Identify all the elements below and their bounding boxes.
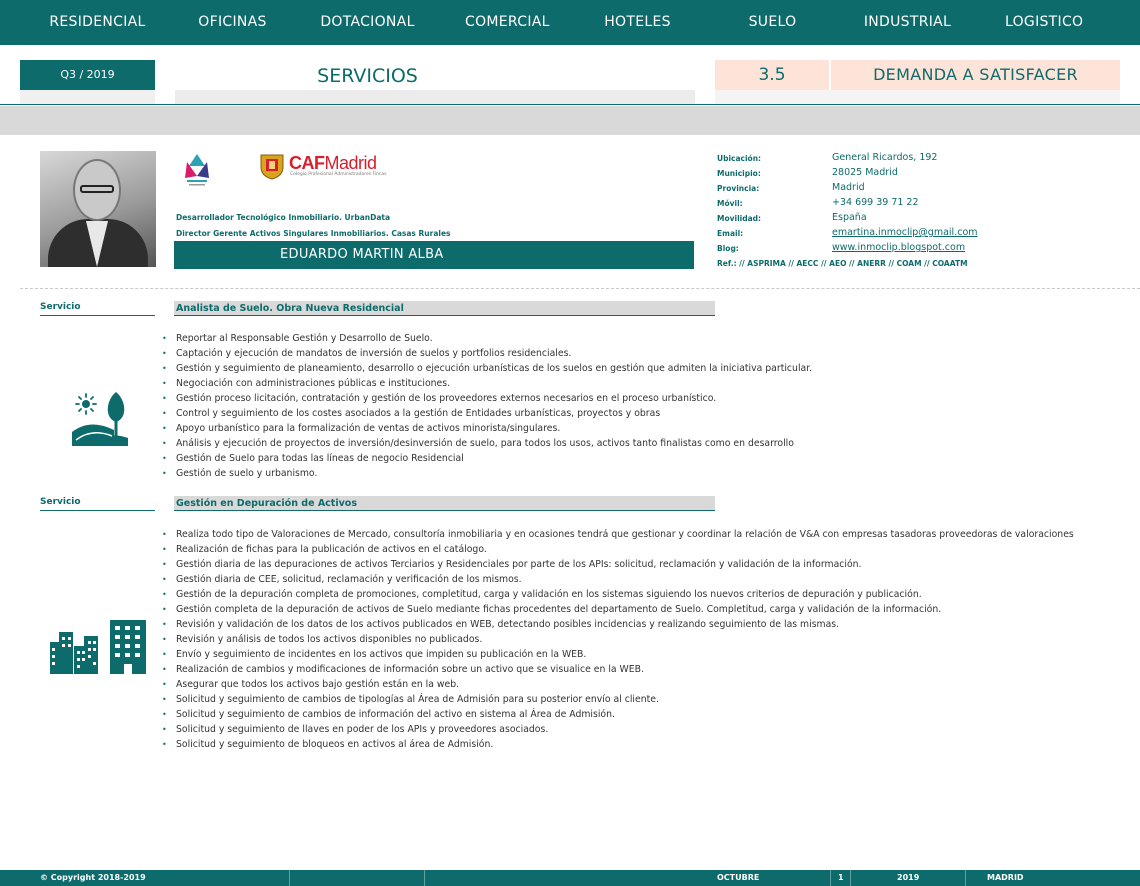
list-item: • Apoyo urbanístico para la formalización… bbox=[162, 423, 561, 434]
nav-logistico[interactable]: LOGISTICO bbox=[1005, 0, 1083, 45]
nav-residencial[interactable]: RESIDENCIAL bbox=[0, 0, 195, 45]
nav-oficinas[interactable]: OFICINAS bbox=[195, 0, 270, 45]
role-line-1: Desarrollador Tecnológico Inmobiliario. … bbox=[176, 213, 391, 222]
list-item: • Gestión diaria de CEE, solicitud, recla… bbox=[162, 574, 522, 585]
list-item: • Envío y seguimiento de incidentes en lo… bbox=[162, 649, 587, 660]
demand-title: DEMANDA A SATISFACER bbox=[831, 60, 1120, 90]
nav-industrial[interactable]: INDUSTRIAL bbox=[810, 0, 1005, 45]
nav-comercial[interactable]: COMERCIAL bbox=[465, 0, 549, 45]
list-item: • Gestión de suelo y urbanismo. bbox=[162, 468, 318, 479]
footer-city: MADRID bbox=[987, 873, 1024, 882]
list-item: • Reportar al Responsable Gestión y Desar… bbox=[162, 333, 433, 344]
footer-page: 1 bbox=[838, 873, 844, 882]
contact-row-movil: Móvil: +34 699 39 71 22 bbox=[717, 197, 919, 208]
contact-block: Ubicación: General Ricardos, 192 Municipi… bbox=[717, 152, 1117, 272]
list-item: • Control y seguimiento de los costes aso… bbox=[162, 408, 661, 419]
footer-copyright: © Copyright 2018-2019 bbox=[40, 873, 146, 882]
caf-city: Madrid bbox=[324, 153, 378, 173]
list-item: • Gestión de Suelo para todas las líneas … bbox=[162, 453, 464, 464]
list-item: • Gestión proceso licitación, contratació… bbox=[162, 393, 717, 404]
list-item: • Gestión completa de la depuración de ac… bbox=[162, 604, 942, 615]
contact-row-movilidad: Movilidad: España bbox=[717, 212, 867, 223]
contact-row-ubicacion: Ubicación: General Ricardos, 192 bbox=[717, 152, 938, 163]
city-buildings-icon bbox=[50, 620, 146, 674]
list-item: • Solicitud y seguimiento de cambios de i… bbox=[162, 709, 615, 720]
service-1-list: • Reportar al Responsable Gestión y Desar… bbox=[162, 331, 1140, 481]
top-nav: RESIDENCIAL OFICINAS DOTACIONAL COMERCIA… bbox=[0, 0, 1140, 45]
contact-row-email: Email: emartina.inmoclip@gmail.com bbox=[717, 227, 978, 238]
list-item: • Negociación con administraciones públic… bbox=[162, 378, 451, 389]
service-title-1: Analista de Suelo. Obra Nueva Residencia… bbox=[174, 301, 715, 316]
caf-subtitle: Colegio Profesional Administradores Finc… bbox=[290, 172, 387, 177]
land-tree-icon bbox=[72, 392, 128, 446]
nav-suelo[interactable]: SUELO bbox=[735, 0, 810, 45]
role-line-2: Director Gerente Activos Singulares Inmo… bbox=[176, 229, 451, 238]
list-item: • Gestión diaria de las depuraciones de a… bbox=[162, 559, 862, 570]
urbandata-logo-icon bbox=[185, 154, 209, 186]
profile-name: EDUARDO MARTIN ALBA bbox=[174, 241, 694, 269]
list-item: • Solicitud y seguimiento de bloqueos en … bbox=[162, 739, 494, 750]
footer-bar: © Copyright 2018-2019 OCTUBRE 1 2019 MAD… bbox=[0, 870, 1140, 886]
contact-row-municipio: Municipio: 28025 Madrid bbox=[717, 167, 898, 178]
list-item: • Gestión de la depuración completa de pr… bbox=[162, 589, 922, 600]
list-item: • Revisión y validación de los datos de l… bbox=[162, 619, 840, 630]
nav-hoteles[interactable]: HOTELES bbox=[540, 0, 735, 45]
list-item: • Realización de fichas para la publicaci… bbox=[162, 544, 487, 555]
section-separator bbox=[20, 288, 1140, 289]
service-label-1: Servicio bbox=[40, 301, 155, 316]
profile-photo bbox=[40, 151, 156, 267]
caf-shield-icon bbox=[260, 154, 284, 180]
service-2-list: • Realiza todo tipo de Valoraciones de Me… bbox=[162, 527, 1140, 752]
contact-row-provincia: Provincia: Madrid bbox=[717, 182, 865, 193]
period-underbar bbox=[20, 90, 155, 104]
caf-madrid-logo: CAFMadrid Colegio Profesional Administra… bbox=[258, 152, 387, 180]
demand-underbar bbox=[715, 90, 1120, 104]
section-number: 3.5 bbox=[715, 60, 829, 90]
list-item: • Revisión y análisis de todos los activo… bbox=[162, 634, 483, 645]
title-underbar bbox=[175, 90, 695, 104]
list-item: • Solicitud y seguimiento de cambios de t… bbox=[162, 694, 659, 705]
list-item: • Asegurar que todos los activos bajo ges… bbox=[162, 679, 460, 690]
nav-dotacional[interactable]: DOTACIONAL bbox=[270, 0, 465, 45]
header-divider bbox=[0, 104, 1140, 105]
grey-band bbox=[0, 106, 1140, 135]
footer-month: OCTUBRE bbox=[717, 873, 760, 882]
references: Ref.: // ASPRIMA // AECC // AEO // ANERR… bbox=[717, 259, 968, 268]
page-title: SERVICIOS bbox=[317, 65, 418, 87]
footer-year: 2019 bbox=[897, 873, 920, 882]
list-item: • Análisis y ejecución de proyectos de in… bbox=[162, 438, 794, 449]
blog-link[interactable]: www.inmoclip.blogspot.com bbox=[832, 242, 965, 253]
list-item: • Solicitud y seguimiento de llaves en po… bbox=[162, 724, 549, 735]
contact-row-refs: Ref.: // ASPRIMA // AECC // AEO // ANERR… bbox=[717, 257, 1117, 272]
contact-row-blog: Blog: www.inmoclip.blogspot.com bbox=[717, 242, 966, 253]
list-item: • Realiza todo tipo de Valoraciones de Me… bbox=[162, 529, 1074, 540]
list-item: • Gestión y seguimiento de planeamiento, … bbox=[162, 363, 813, 374]
period-badge: Q3 / 2019 bbox=[20, 60, 155, 90]
list-item: • Captación y ejecución de mandatos de in… bbox=[162, 348, 572, 359]
caf-brand: CAF bbox=[289, 153, 325, 173]
service-label-2: Servicio bbox=[40, 496, 155, 511]
email-link[interactable]: emartina.inmoclip@gmail.com bbox=[832, 227, 978, 238]
service-title-2: Gestión en Depuración de Activos bbox=[174, 496, 715, 511]
list-item: • Realización de cambios y modificaciones… bbox=[162, 664, 644, 675]
